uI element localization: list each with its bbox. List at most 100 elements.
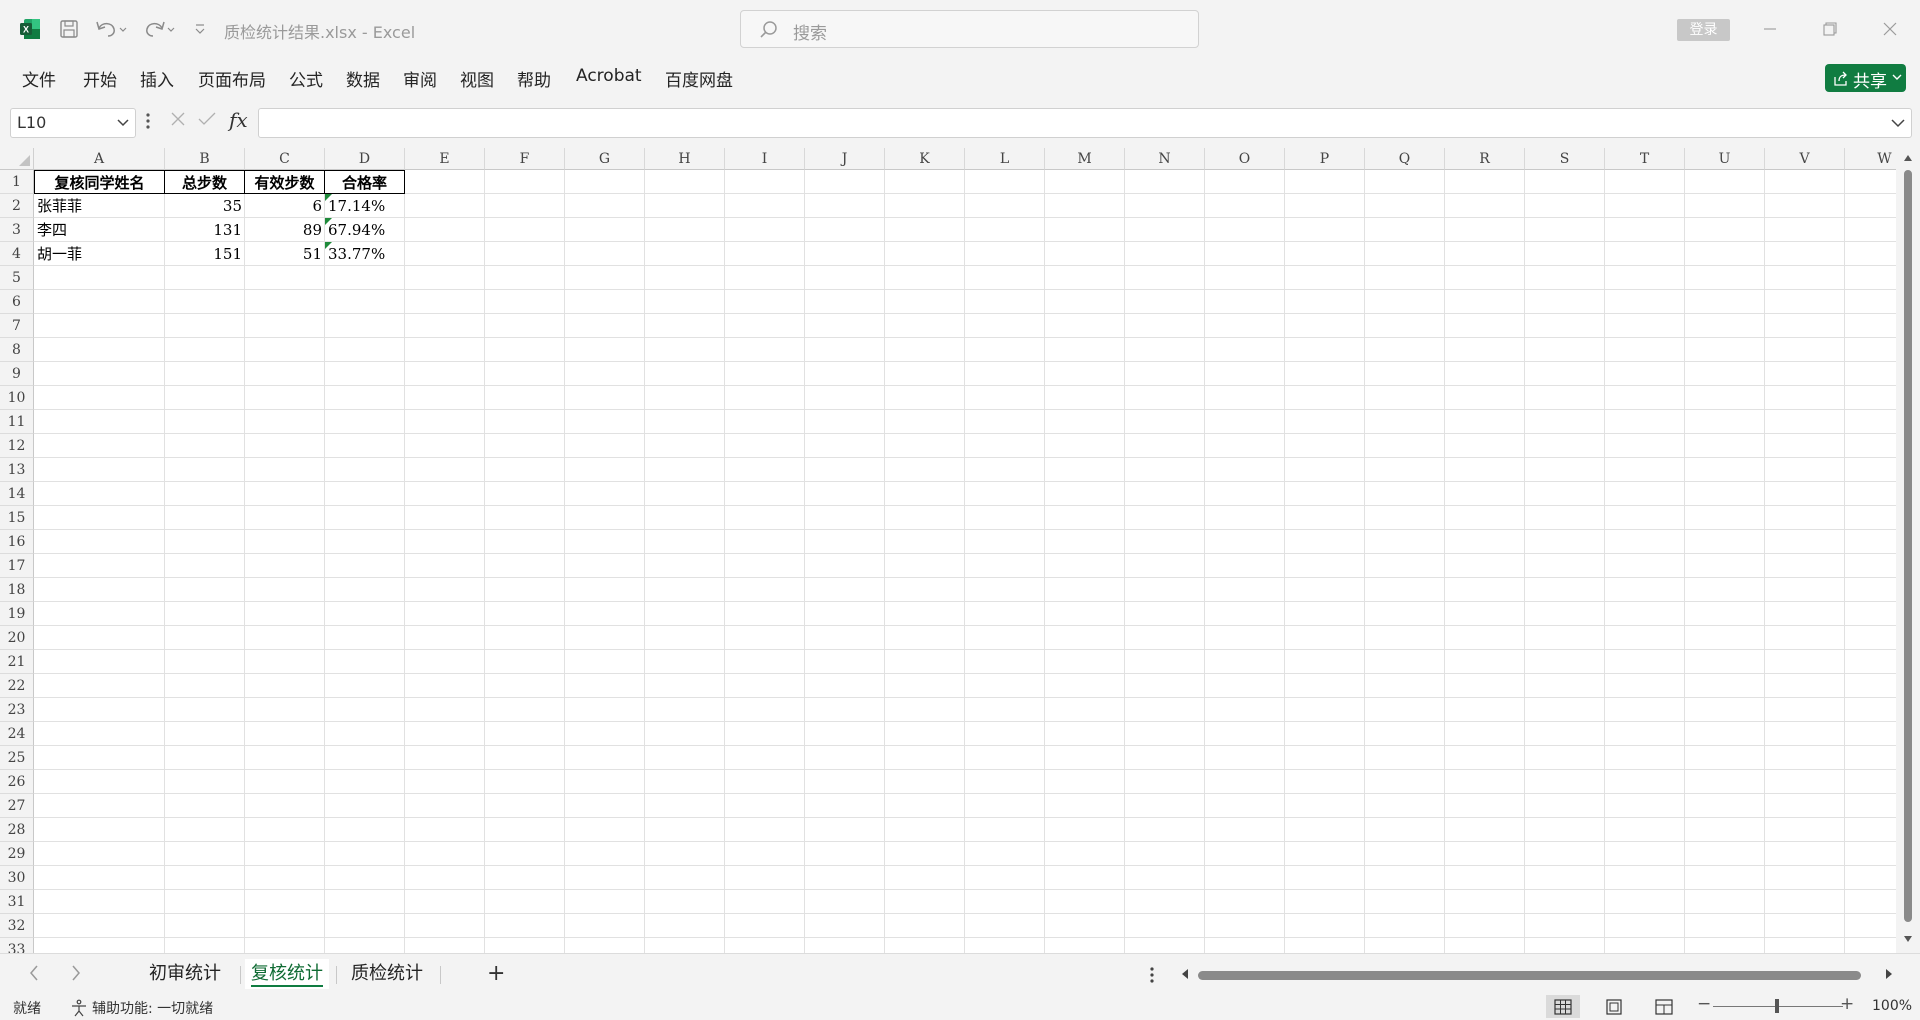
column-header[interactable]: T: [1605, 148, 1685, 170]
zoom-out-button[interactable]: −: [1697, 994, 1711, 1014]
row-header[interactable]: 12: [0, 434, 34, 458]
row-header[interactable]: 23: [0, 698, 34, 722]
menu-formulas[interactable]: 公式: [289, 66, 323, 91]
column-header[interactable]: S: [1525, 148, 1605, 170]
row-header[interactable]: 18: [0, 578, 34, 602]
scroll-left-icon[interactable]: [1180, 968, 1190, 980]
accessibility-status[interactable]: 辅助功能: 一切就绪: [70, 998, 213, 1018]
menu-view[interactable]: 视图: [460, 66, 494, 91]
menu-page-layout[interactable]: 页面布局: [198, 66, 266, 91]
add-sheet-button[interactable]: +: [487, 961, 505, 986]
row-header[interactable]: 13: [0, 458, 34, 482]
row-header[interactable]: 26: [0, 770, 34, 794]
insert-function-icon[interactable]: fx: [229, 108, 248, 132]
column-header[interactable]: J: [805, 148, 885, 170]
tab-recheck[interactable]: 复核统计: [245, 959, 329, 989]
formula-input[interactable]: [258, 108, 1912, 138]
table-cell[interactable]: 33.77%: [325, 242, 405, 266]
horizontal-scroll-thumb[interactable]: [1198, 971, 1861, 980]
column-header[interactable]: D: [325, 148, 405, 170]
menu-review[interactable]: 审阅: [403, 66, 437, 91]
menu-home[interactable]: 开始: [83, 66, 117, 91]
table-cell[interactable]: 35: [165, 194, 245, 218]
vertical-scroll-thumb[interactable]: [1904, 170, 1912, 922]
scroll-up-icon[interactable]: [1903, 154, 1913, 162]
column-header[interactable]: B: [165, 148, 245, 170]
column-header[interactable]: Q: [1365, 148, 1445, 170]
table-cell[interactable]: 151: [165, 242, 245, 266]
table-cell[interactable]: 17.14%: [325, 194, 405, 218]
scroll-down-icon[interactable]: [1903, 935, 1913, 943]
login-button[interactable]: 登录: [1677, 19, 1730, 41]
row-header[interactable]: 31: [0, 890, 34, 914]
expand-formula-bar-icon[interactable]: [1891, 119, 1905, 128]
minimize-icon[interactable]: [1755, 16, 1785, 42]
row-header[interactable]: 8: [0, 338, 34, 362]
column-header[interactable]: E: [405, 148, 485, 170]
redo-icon[interactable]: [140, 16, 178, 42]
row-header[interactable]: 3: [0, 218, 34, 242]
column-header[interactable]: F: [485, 148, 565, 170]
column-header[interactable]: A: [34, 148, 165, 170]
scroll-right-icon[interactable]: [1884, 968, 1894, 980]
row-header[interactable]: 10: [0, 386, 34, 410]
column-header[interactable]: M: [1045, 148, 1125, 170]
row-header[interactable]: 25: [0, 746, 34, 770]
table-header-cell[interactable]: 复核同学姓名: [34, 170, 165, 194]
column-header[interactable]: C: [245, 148, 325, 170]
cell-area[interactable]: 复核同学姓名 总步数 有效步数 合格率 张菲菲 35 6 17.14% 李四 131 89 67.94…: [34, 170, 1896, 953]
table-cell[interactable]: 李四: [34, 218, 165, 242]
column-header[interactable]: N: [1125, 148, 1205, 170]
table-cell[interactable]: 张菲菲: [34, 194, 165, 218]
row-header[interactable]: 17: [0, 554, 34, 578]
menu-baidu-netdisk[interactable]: 百度网盘: [665, 66, 733, 91]
select-all-button[interactable]: [0, 148, 34, 170]
row-header[interactable]: 1: [0, 170, 34, 194]
column-header[interactable]: R: [1445, 148, 1525, 170]
row-header[interactable]: 2: [0, 194, 34, 218]
customize-quick-access-icon[interactable]: [190, 16, 210, 42]
page-layout-view-button[interactable]: [1597, 995, 1631, 1018]
table-cell[interactable]: 89: [245, 218, 325, 242]
menu-insert[interactable]: 插入: [140, 66, 174, 91]
row-header[interactable]: 7: [0, 314, 34, 338]
row-header[interactable]: 33: [0, 938, 34, 953]
row-header[interactable]: 22: [0, 674, 34, 698]
more-options-icon[interactable]: [146, 112, 150, 130]
row-header[interactable]: 16: [0, 530, 34, 554]
row-header[interactable]: 5: [0, 266, 34, 290]
undo-icon[interactable]: [93, 16, 129, 42]
table-header-cell[interactable]: 合格率: [324, 170, 405, 194]
row-header[interactable]: 27: [0, 794, 34, 818]
menu-file[interactable]: 文件: [22, 66, 56, 91]
row-header[interactable]: 9: [0, 362, 34, 386]
column-header[interactable]: K: [885, 148, 965, 170]
worksheet-grid[interactable]: ABCDEFGHIJKLMNOPQRSTUVW 1 2 3 4 5 6 7 8 9 10 11 12 1…: [0, 148, 1920, 953]
name-box[interactable]: L10: [10, 108, 136, 138]
table-header-cell[interactable]: 总步数: [164, 170, 245, 194]
tab-quality-check[interactable]: 质检统计: [340, 959, 434, 989]
save-icon[interactable]: [56, 16, 82, 42]
vertical-scrollbar[interactable]: [1896, 148, 1920, 953]
normal-view-button[interactable]: [1546, 995, 1580, 1018]
column-header[interactable]: O: [1205, 148, 1285, 170]
row-header[interactable]: 15: [0, 506, 34, 530]
row-header[interactable]: 19: [0, 602, 34, 626]
row-header[interactable]: 4: [0, 242, 34, 266]
zoom-level[interactable]: 100%: [1872, 998, 1912, 1014]
row-header[interactable]: 14: [0, 482, 34, 506]
enter-icon[interactable]: [198, 111, 216, 127]
column-header[interactable]: L: [965, 148, 1045, 170]
column-header[interactable]: I: [725, 148, 805, 170]
restore-icon[interactable]: [1815, 16, 1845, 42]
more-options-icon[interactable]: [1150, 967, 1154, 983]
table-cell[interactable]: 131: [165, 218, 245, 242]
menu-help[interactable]: 帮助: [517, 66, 551, 91]
close-icon[interactable]: [1875, 16, 1905, 42]
row-header[interactable]: 11: [0, 410, 34, 434]
row-header[interactable]: 21: [0, 650, 34, 674]
row-header[interactable]: 28: [0, 818, 34, 842]
table-cell[interactable]: 67.94%: [325, 218, 405, 242]
table-cell[interactable]: 6: [245, 194, 325, 218]
row-header[interactable]: 29: [0, 842, 34, 866]
